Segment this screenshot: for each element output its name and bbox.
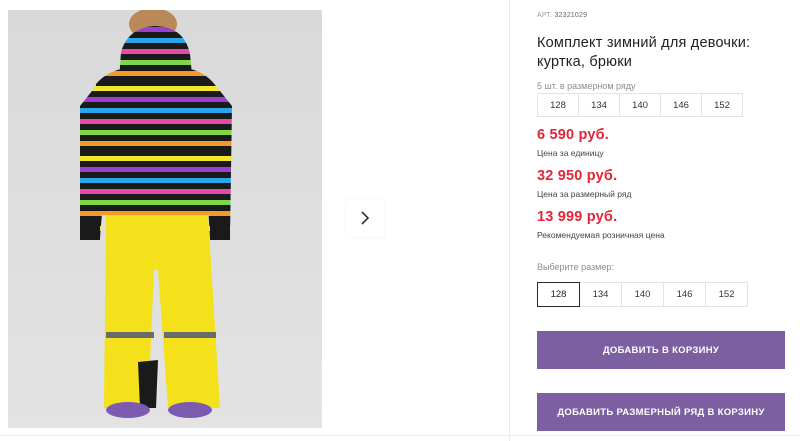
size-option-134[interactable]: 134 (579, 282, 622, 307)
add-size-row-to-cart-button[interactable]: ДОБАВИТЬ РАЗМЕРНЫЙ РЯД В КОРЗИНУ (537, 393, 785, 431)
product-gallery (0, 0, 510, 441)
size-option-128[interactable]: 128 (537, 282, 580, 307)
retail-price: 13 999 руб. (537, 209, 618, 225)
next-image-button[interactable] (346, 199, 384, 237)
size-row-item: 134 (578, 93, 620, 117)
column-divider (509, 0, 510, 441)
product-title: Комплект зимний для девочки: куртка, брю… (537, 35, 751, 70)
article-number: АРТ. 32321029 (537, 12, 587, 19)
size-row-item: 128 (537, 93, 579, 117)
size-row-price-label: Цена за размерный ряд (537, 189, 632, 199)
size-option-152[interactable]: 152 (705, 282, 748, 307)
size-row-list: 128 134 140 146 152 (537, 93, 743, 117)
unit-price-label: Цена за единицу (537, 148, 604, 158)
bottom-divider (0, 435, 800, 436)
product-photo[interactable] (8, 10, 322, 428)
size-row-item: 140 (619, 93, 661, 117)
size-row-item: 146 (660, 93, 702, 117)
size-option-146[interactable]: 146 (663, 282, 706, 307)
add-to-cart-button[interactable]: ДОБАВИТЬ В КОРЗИНУ (537, 331, 785, 369)
product-photo-illustration (80, 10, 232, 418)
article-label: АРТ. (537, 12, 553, 19)
size-option-140[interactable]: 140 (621, 282, 664, 307)
chevron-right-icon (361, 211, 370, 225)
article-value: 32321029 (554, 12, 588, 19)
unit-price: 6 590 руб. (537, 127, 610, 143)
size-row-price: 32 950 руб. (537, 168, 618, 184)
retail-price-label: Рекомендуемая розничная цена (537, 230, 665, 240)
size-selector: 128 134 140 146 152 (537, 282, 748, 307)
size-row-item: 152 (701, 93, 743, 117)
select-size-caption: Выберите размер: (537, 262, 614, 272)
size-row-caption: 5 шт. в размерном ряду (537, 81, 636, 91)
